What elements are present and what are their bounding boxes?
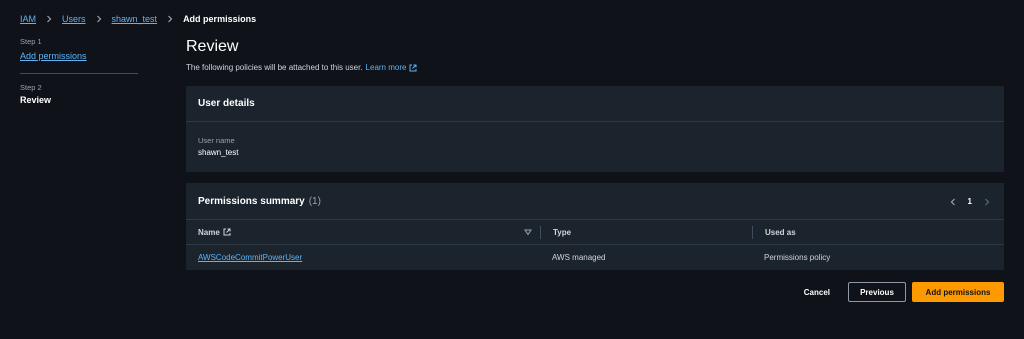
wizard-steps: Step 1 Add permissions Step 2 Review <box>20 37 138 105</box>
permissions-summary-panel: Permissions summary (1) 1 Name Type Used… <box>186 183 1004 270</box>
wizard-actions: Cancel Previous Add permissions <box>792 282 1004 302</box>
breadcrumb-user-link[interactable]: shawn_test <box>112 14 158 24</box>
cancel-button[interactable]: Cancel <box>792 282 842 302</box>
user-name-value: shawn_test <box>198 148 239 157</box>
policy-used-as-cell: Permissions policy <box>764 252 831 262</box>
user-details-heading: User details <box>198 98 255 109</box>
table-header: Name Type Used as <box>186 220 1004 245</box>
add-permissions-button[interactable]: Add permissions <box>912 282 1004 302</box>
page-title: Review <box>186 38 239 55</box>
step-1-label: Step 1 <box>20 37 42 46</box>
step-add-permissions-link[interactable]: Add permissions <box>20 51 87 61</box>
step-1: Step 1 Add permissions <box>20 37 138 64</box>
column-header-type: Type <box>540 225 752 239</box>
column-name-label: Name <box>198 227 220 237</box>
chevron-right-icon <box>92 12 106 26</box>
step-2-label: Step 2 <box>20 83 42 92</box>
permissions-summary-header: Permissions summary (1) 1 <box>186 183 1004 220</box>
policy-type-cell: AWS managed <box>552 252 606 262</box>
column-header-used-as: Used as <box>752 225 1004 239</box>
chevron-right-icon <box>42 12 56 26</box>
permissions-summary-heading: Permissions summary <box>198 195 305 207</box>
page: IAM Users shawn_test Add permissions Ste… <box>0 0 1024 339</box>
chevron-left-icon[interactable] <box>948 197 958 207</box>
subtitle-text: The following policies will be attached … <box>186 63 363 72</box>
policy-link[interactable]: AWSCodeCommitPowerUser <box>198 253 302 262</box>
previous-button[interactable]: Previous <box>848 282 906 302</box>
step-divider <box>20 73 138 74</box>
breadcrumb-iam-link[interactable]: IAM <box>20 14 36 24</box>
page-number[interactable]: 1 <box>968 197 972 206</box>
column-header-name[interactable]: Name <box>186 220 540 244</box>
user-name-label: User name <box>198 136 235 145</box>
policy-name-cell: AWSCodeCommitPowerUser <box>186 253 540 262</box>
chevron-right-icon <box>163 12 177 26</box>
breadcrumb-current: Add permissions <box>183 14 257 24</box>
main-content: Review The following policies will be at… <box>186 38 1004 302</box>
permissions-count: (1) <box>308 195 321 207</box>
user-details-header: User details <box>186 86 1004 122</box>
table-row: AWSCodeCommitPowerUser AWS managed Permi… <box>186 245 1004 269</box>
external-link-icon <box>223 228 231 236</box>
breadcrumb-users-link[interactable]: Users <box>62 14 86 24</box>
sort-down-icon[interactable] <box>524 228 532 236</box>
page-subtitle: The following policies will be attached … <box>186 63 1004 72</box>
pagination: 1 <box>948 183 992 220</box>
user-details-panel: User details User name shawn_test <box>186 86 1004 172</box>
step-review-current: Review <box>20 95 52 105</box>
learn-more-link[interactable]: Learn more <box>366 63 418 72</box>
learn-more-label: Learn more <box>365 63 407 72</box>
step-2: Step 2 Review <box>20 83 138 105</box>
chevron-right-icon[interactable] <box>982 197 992 207</box>
external-link-icon <box>409 64 417 71</box>
breadcrumb: IAM Users shawn_test Add permissions <box>20 12 256 26</box>
